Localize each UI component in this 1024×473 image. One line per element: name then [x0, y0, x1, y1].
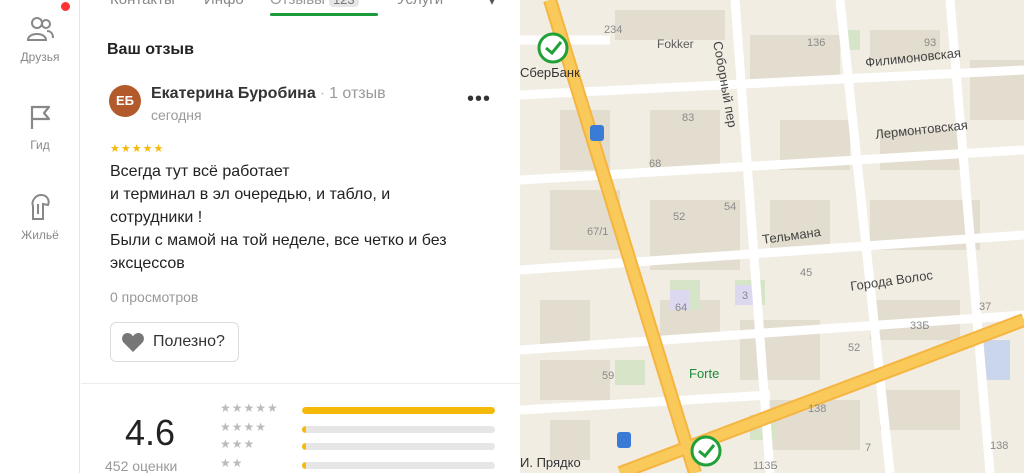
nav-item-housing[interactable]: Жильё — [0, 192, 80, 242]
views-count: 0 просмотров — [110, 289, 199, 305]
dist-fill — [302, 426, 306, 433]
rating-value: 4.6 — [125, 412, 176, 453]
map-poi-fokker[interactable]: Fokker — [657, 37, 694, 51]
review-text-line: Были с мамой на той неделе, все четко и … — [110, 232, 447, 249]
active-tab-indicator — [270, 13, 378, 16]
rating-count: 452 оценки — [105, 458, 178, 473]
author-name[interactable]: Екатерина Буробина — [151, 85, 316, 102]
dist-stars-3: ★★★ — [220, 437, 256, 451]
house-number: 83 — [682, 112, 695, 124]
nav-item-guide[interactable]: Гид — [0, 102, 80, 152]
house-number: 113Б — [753, 460, 778, 472]
rating-distribution-row: ★★★★ — [220, 420, 500, 436]
map-poi-sberbank[interactable]: СберБанк — [520, 65, 580, 80]
tab-reviews-label: Отзывы — [270, 0, 325, 8]
tab-info[interactable]: Инфо — [204, 0, 244, 8]
section-title: Ваш отзыв — [107, 41, 194, 58]
house-number: 7 — [865, 442, 872, 454]
review-text-line: Всегда тут всё работает — [110, 163, 290, 180]
house-number: 54 — [724, 201, 737, 213]
map-poi-forte[interactable]: Forte — [689, 366, 719, 381]
house-number: 234 — [604, 24, 623, 36]
tabs-bar: Контакты Инфо Отзывы123 Услуги ▾ — [81, 0, 520, 25]
reviews-count-badge: 123 — [328, 0, 359, 7]
friends-icon — [26, 17, 54, 41]
dist-fill — [302, 407, 495, 414]
house-number: 3 — [742, 290, 749, 302]
review-panel: Контакты Инфо Отзывы123 Услуги ▾ Ваш отз… — [81, 0, 520, 473]
dist-stars-2: ★★ — [220, 456, 244, 470]
rating-distribution-row: ★★ — [220, 456, 500, 472]
nav-item-friends[interactable]: Друзья — [0, 14, 80, 64]
left-nav: Друзья Гид Жильё — [0, 0, 80, 473]
useful-label: Полезно? — [153, 333, 225, 350]
dist-track — [302, 407, 495, 414]
author-reviews-count: 1 отзыв — [329, 85, 386, 102]
avatar[interactable]: ЕБ — [109, 85, 141, 117]
useful-button[interactable]: Полезно? — [110, 322, 239, 362]
house-number: 68 — [649, 158, 662, 170]
house-number: 93 — [924, 37, 937, 49]
nav-label-guide: Гид — [30, 138, 50, 152]
flag-icon — [30, 105, 51, 129]
dist-fill — [302, 462, 306, 469]
map[interactable]: СберБанк Fokker Forte И. Прядко Соборный… — [520, 0, 1024, 473]
review-text-line: эксцессов — [110, 255, 185, 272]
rating-distribution-row: ★★★★★ — [220, 401, 500, 417]
house-number: 52 — [673, 211, 686, 223]
house-number: 52 — [848, 342, 861, 354]
dist-fill — [302, 443, 306, 450]
chevron-down-icon[interactable]: ▾ — [489, 0, 495, 8]
house-number: 67/1 — [587, 226, 609, 238]
nav-label-friends: Друзья — [20, 50, 60, 64]
heart-icon — [122, 333, 144, 352]
review-text: Всегда тут всё работает и терминал в эл … — [110, 160, 510, 275]
house-number: 138 — [990, 440, 1009, 452]
housing-icon — [31, 193, 50, 220]
dist-track — [302, 443, 495, 450]
review-date: сегодня — [151, 107, 202, 123]
dist-track — [302, 462, 495, 469]
notification-dot — [61, 2, 70, 11]
rating-distribution-row: ★★★ — [220, 437, 500, 453]
tab-reviews[interactable]: Отзывы123 — [270, 0, 359, 8]
review-author: Екатерина Буробина · 1 отзыв — [151, 85, 386, 102]
dist-stars-5: ★★★★★ — [220, 401, 279, 415]
house-number: 136 — [807, 37, 826, 49]
review-stars: ★★★★★ — [110, 143, 165, 155]
tab-services[interactable]: Услуги — [397, 0, 443, 8]
map-poi-pryadko[interactable]: И. Прядко — [520, 455, 581, 470]
more-options-button[interactable]: ••• — [467, 88, 491, 111]
tab-contacts[interactable]: Контакты — [110, 0, 175, 8]
divider — [81, 383, 520, 384]
house-number: 59 — [602, 370, 615, 382]
nav-label-housing: Жильё — [21, 228, 59, 242]
house-number: 37 — [979, 301, 992, 313]
house-number: 64 — [675, 302, 688, 314]
review-text-line: и терминал в эл очередью, и табло, и — [110, 186, 391, 203]
house-number: 45 — [800, 267, 813, 279]
dist-track — [302, 426, 495, 433]
dist-stars-4: ★★★★ — [220, 420, 268, 434]
review-text-line: сотрудники ! — [110, 209, 203, 226]
house-number: 138 — [808, 403, 827, 415]
house-number: 33Б — [910, 320, 930, 332]
